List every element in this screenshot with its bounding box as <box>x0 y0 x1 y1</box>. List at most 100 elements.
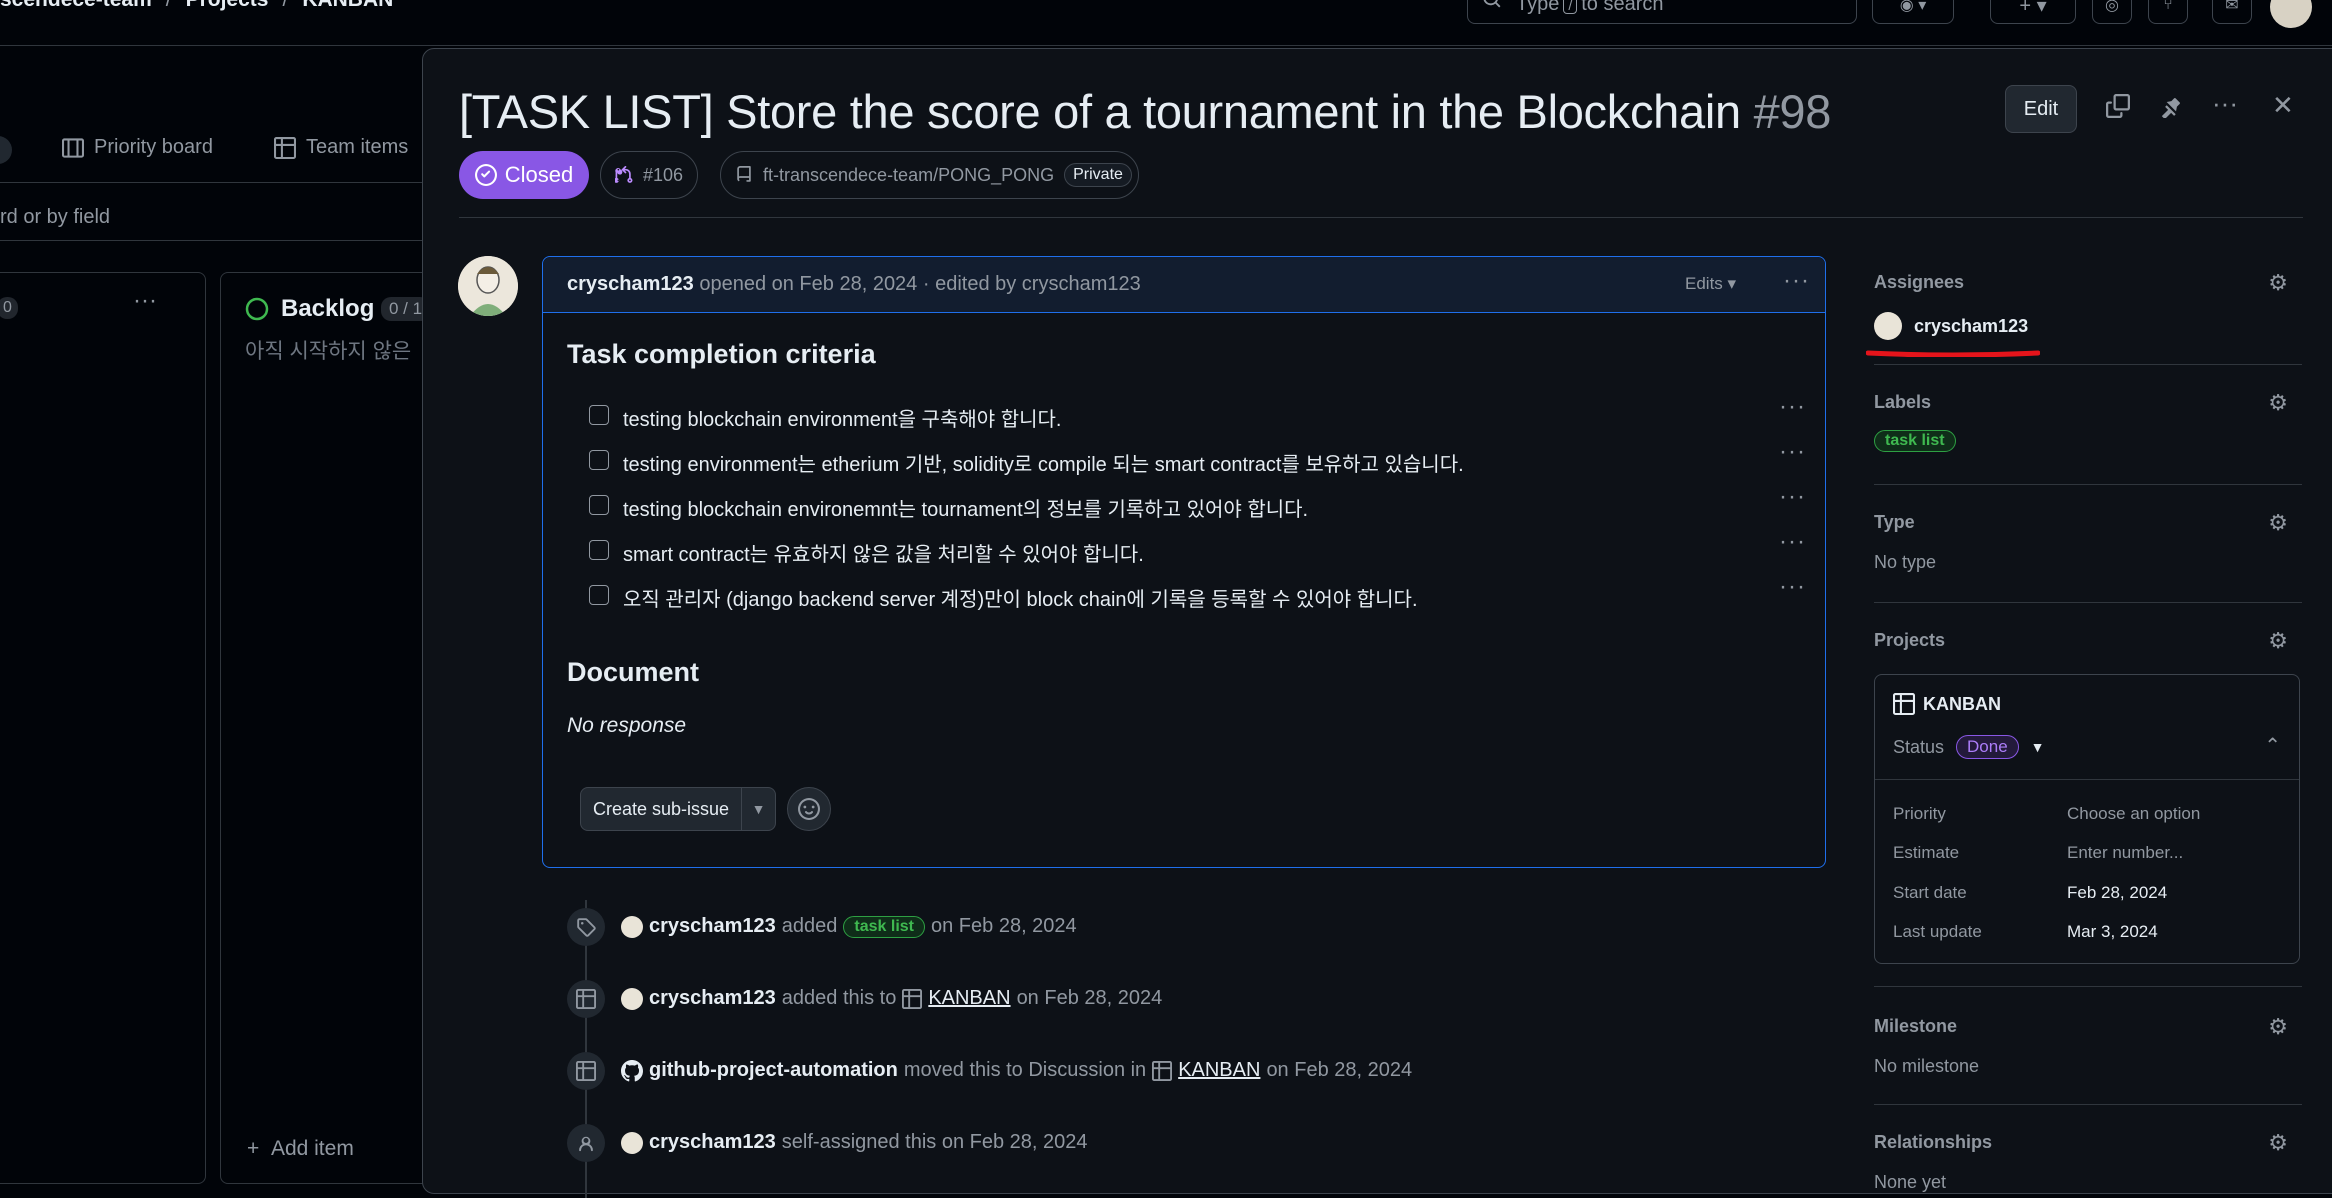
field-name: Start date <box>1893 883 1967 902</box>
column-count: 0 <box>0 297 18 319</box>
field-name: Estimate <box>1893 843 1960 862</box>
priority-field[interactable]: Choose an option <box>2067 804 2200 824</box>
board-icon <box>62 137 84 158</box>
copy-icon[interactable] <box>2106 94 2130 124</box>
close-icon[interactable]: ✕ <box>2272 90 2294 121</box>
assignee-item[interactable]: cryscham123 <box>1874 312 2028 340</box>
pull-requests-button[interactable]: ⑂ <box>2148 0 2188 24</box>
comment-author[interactable]: cryscham123 <box>567 273 694 295</box>
author-avatar[interactable] <box>458 256 518 316</box>
project-link[interactable]: KANBAN <box>928 987 1010 1010</box>
actor-avatar[interactable] <box>621 987 643 1010</box>
task-options-icon[interactable]: ··· <box>1779 573 1806 601</box>
label-chip[interactable]: task list <box>1874 430 1956 452</box>
task-checkbox[interactable] <box>589 495 609 515</box>
pull-request-icon: ⑂ <box>2163 0 2173 13</box>
tab-priority-board[interactable]: Priority board <box>62 136 213 159</box>
repo-pill[interactable]: ft-transcendece-team/PONG_PONG Private <box>720 151 1139 199</box>
edits-dropdown[interactable]: Edits ▾ <box>1685 274 1736 294</box>
status-dropdown-icon[interactable]: ▼ <box>2031 739 2045 755</box>
plus-icon: + ▾ <box>2019 0 2047 17</box>
gear-icon[interactable]: ⚙ <box>2268 510 2288 536</box>
comment-options-icon[interactable]: ··· <box>1783 267 1810 295</box>
milestone-value: No milestone <box>1874 1056 1980 1076</box>
copilot-button[interactable]: ◉ ▾ <box>1872 0 1954 24</box>
tab-team-items[interactable]: Team items <box>274 136 408 159</box>
start-date-field[interactable]: Feb 28, 2024 <box>2067 883 2167 903</box>
dropdown-caret-icon[interactable]: ▼ <box>742 801 775 817</box>
tag-icon <box>567 908 605 946</box>
project-name[interactable]: KANBAN <box>1893 693 2001 715</box>
task-options-icon[interactable]: ··· <box>1779 528 1806 556</box>
gear-icon[interactable]: ⚙ <box>2268 390 2288 416</box>
gear-icon[interactable]: ⚙ <box>2268 628 2288 654</box>
create-new-button[interactable]: + ▾ <box>1990 0 2076 24</box>
event-actor[interactable]: github-project-automation <box>649 1059 898 1082</box>
table-icon <box>567 980 605 1018</box>
edit-title-button[interactable]: Edit <box>2005 85 2077 133</box>
task-checkbox[interactable] <box>589 540 609 560</box>
relationships-section: Relationships ⚙ None yet <box>1874 1130 2302 1192</box>
task-item: testing blockchain environment을 구축해야 합니다… <box>589 393 1809 433</box>
search-input[interactable]: Type / to search <box>1467 0 1857 24</box>
gear-icon[interactable]: ⚙ <box>2268 1130 2288 1156</box>
section-heading: Document <box>567 657 700 687</box>
column-menu-icon[interactable]: ··· <box>133 287 157 315</box>
assignees-section: Assignees ⚙ cryscham123 <box>1874 270 2302 340</box>
task-options-icon[interactable]: ··· <box>1779 393 1806 421</box>
event-actor[interactable]: cryscham123 <box>649 915 776 938</box>
task-item: smart contract는 유효하지 않은 값을 처리할 수 있어야 합니다… <box>589 528 1809 568</box>
issue-body-comment: cryscham123 opened on Feb 28, 2024 · edi… <box>542 256 1826 868</box>
pin-icon[interactable] <box>2160 94 2184 124</box>
board-filter-input[interactable]: rd or by field <box>0 206 110 229</box>
timeline-event: cryscham123 added this to KANBAN on Feb … <box>567 980 1807 1020</box>
task-options-icon[interactable]: ··· <box>1779 483 1806 511</box>
type-value: No type <box>1874 552 1937 572</box>
last-update-field[interactable]: Mar 3, 2024 <box>2067 922 2158 942</box>
add-reaction-button[interactable] <box>787 787 831 831</box>
table-icon <box>1152 1060 1173 1081</box>
event-actor[interactable]: cryscham123 <box>649 987 776 1010</box>
breadcrumb-org[interactable]: scendece-team <box>0 0 152 11</box>
breadcrumb-projects[interactable]: Projects <box>186 0 269 11</box>
label-chip[interactable]: task list <box>843 915 925 938</box>
event-actor[interactable]: cryscham123 <box>649 1131 776 1154</box>
gear-icon[interactable]: ⚙ <box>2268 270 2288 296</box>
board-column-backlog: Backlog 0 / 1 아직 시작하지 않은 + Add item <box>220 272 440 1184</box>
board-column: 0 ··· <box>0 272 206 1184</box>
timeline-event: github-project-automation moved this to … <box>567 1052 1807 1092</box>
git-branch-icon <box>615 166 633 183</box>
project-status-row: Status Done ▼ <box>1893 735 2045 759</box>
table-icon <box>567 1052 605 1090</box>
repo-icon <box>737 166 751 182</box>
gear-icon[interactable]: ⚙ <box>2268 1014 2288 1040</box>
create-sub-issue-button[interactable]: Create sub-issue ▼ <box>580 787 776 831</box>
project-fields: Priority Choose an option Estimate Enter… <box>1875 779 2299 941</box>
task-options-icon[interactable]: ··· <box>1779 438 1806 466</box>
estimate-field[interactable]: Enter number... <box>2067 843 2183 863</box>
column-title: Backlog <box>281 295 375 322</box>
actor-avatar[interactable] <box>621 915 643 938</box>
project-link[interactable]: KANBAN <box>1178 1059 1260 1082</box>
add-item-button[interactable]: + Add item <box>247 1137 354 1161</box>
task-checkbox[interactable] <box>589 405 609 425</box>
type-heading: Type <box>1874 512 1915 532</box>
actor-avatar[interactable] <box>621 1131 643 1154</box>
inbox-button[interactable]: ✉ <box>2212 0 2252 24</box>
github-logo-icon <box>621 1059 643 1081</box>
task-checkbox[interactable] <box>589 450 609 470</box>
issues-button[interactable]: ◎ <box>2092 0 2132 24</box>
user-avatar[interactable] <box>2270 0 2312 28</box>
task-checkbox[interactable] <box>589 585 609 605</box>
breadcrumb: scendece-team/Projects/KANBAN <box>0 0 393 12</box>
status-badge[interactable]: Done <box>1956 735 2019 759</box>
no-response-text: No response <box>567 714 687 737</box>
breadcrumb-project[interactable]: KANBAN <box>302 0 393 11</box>
top-header: scendece-team/Projects/KANBAN Type/to se… <box>0 0 2332 46</box>
assignee-name: cryscham123 <box>1914 315 2029 336</box>
more-options-icon[interactable]: ··· <box>2212 88 2238 119</box>
collapse-chevron-icon[interactable]: ⌃ <box>2264 733 2281 758</box>
tab-view-menu[interactable] <box>0 136 12 164</box>
section-heading: Task completion criteria <box>567 339 876 369</box>
linked-pr-pill[interactable]: #106 <box>600 151 699 199</box>
